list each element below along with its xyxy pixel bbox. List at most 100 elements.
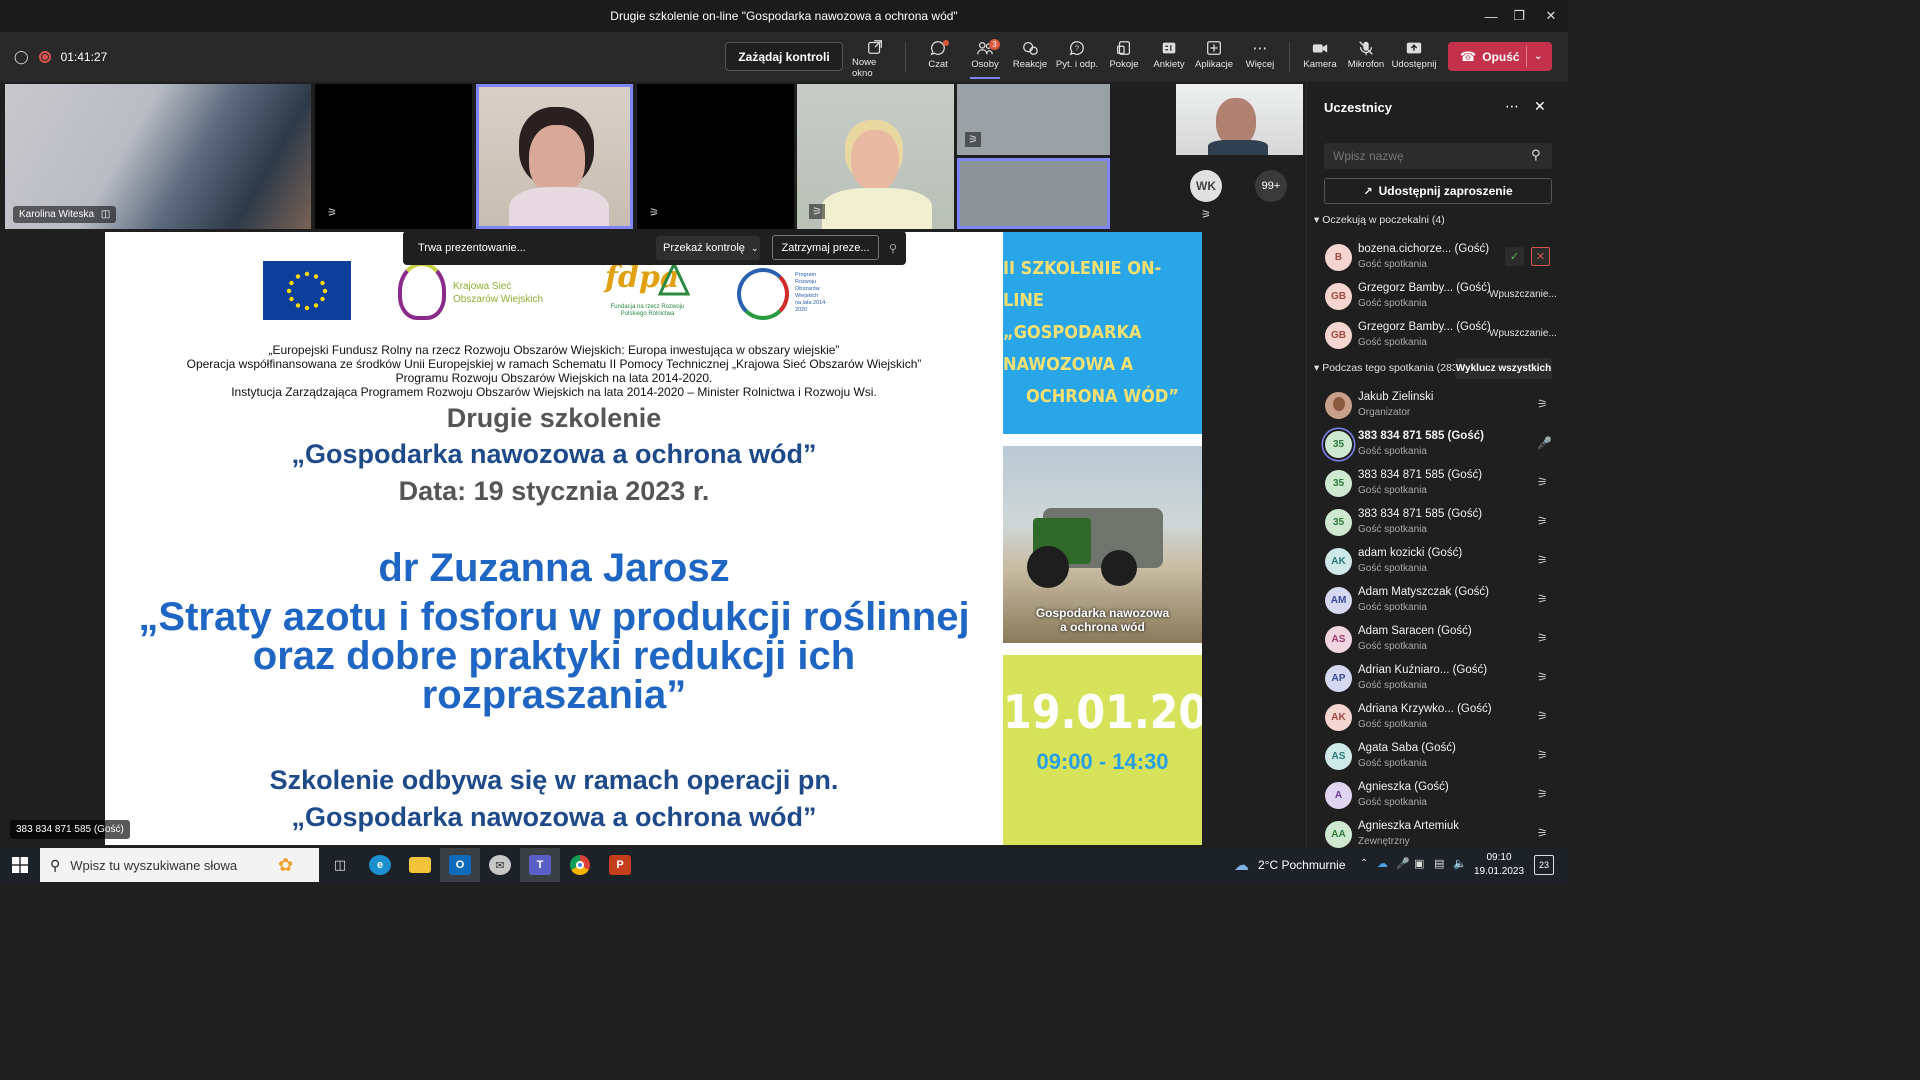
participant-search-input[interactable] [1324, 143, 1524, 169]
participant-row[interactable]: AM Adam Matyszczak (Gość) Gość spotkania… [1307, 584, 1569, 622]
participant-row[interactable]: 35 383 834 871 585 (Gość) Gość spotkania… [1307, 467, 1569, 505]
side-title-box: II SZKOLENIE ON-LINE „GOSPODARKA NAWOZOW… [1003, 232, 1202, 434]
pin-icon[interactable]: ⚲ [889, 242, 897, 255]
lobby-participant-row[interactable]: B bozena.cichorze... (Gość) Gość spotkan… [1307, 241, 1569, 279]
close-window-icon[interactable]: ✕ [1534, 0, 1568, 32]
file-explorer-icon[interactable] [400, 848, 440, 882]
video-tile-5[interactable]: ⚞ [797, 84, 954, 229]
participant-row[interactable]: AK Adriana Krzywko... (Gość) Gość spotka… [1307, 701, 1569, 739]
search-icon: ⚲ [1531, 147, 1541, 162]
rooms-button[interactable]: Pokoje [1108, 37, 1140, 79]
in-meeting-header[interactable]: ▾ Podczas tego spotkania (283) [1314, 362, 1461, 374]
mic-muted-icon: ⚞ [1537, 631, 1548, 645]
volume-icon[interactable]: 🔈 [1453, 857, 1467, 870]
camera-button[interactable]: Kamera [1302, 37, 1338, 79]
participant-row[interactable]: 35 383 834 871 585 (Gość) Gość spotkania… [1307, 506, 1569, 544]
presenting-status: Trwa prezentowanie... [418, 242, 526, 254]
chat-app-icon[interactable]: ✉ [480, 848, 520, 882]
talk-topic: „Straty azotu i fosforu w produkcji rośl… [138, 595, 970, 717]
rooms-icon [1115, 37, 1133, 59]
people-button[interactable]: Osoby 3 [968, 37, 1002, 79]
participant-row[interactable]: Jakub Zielinski Organizator ⚞ [1307, 389, 1569, 427]
leave-button[interactable]: ☎ Opuść ⌄ [1448, 42, 1552, 71]
share-invite-button[interactable]: ↗ Udostępnij zaproszenie [1324, 178, 1552, 204]
close-panel-icon[interactable]: ✕ [1534, 98, 1546, 115]
new-window-button[interactable]: Nowe okno [852, 37, 898, 79]
mic-muted-icon: ⚞ [1537, 670, 1548, 684]
show-hidden-icons[interactable]: ⌃ [1360, 858, 1368, 869]
network-icon[interactable]: ▤ [1434, 857, 1444, 870]
stop-presenting-button[interactable]: Zatrzymaj preze... [772, 235, 879, 260]
more-button[interactable]: ⋯ Więcej [1245, 37, 1275, 79]
funding-text: „Europejski Fundusz Rolny na rzecz Rozwo… [186, 343, 922, 399]
deny-icon[interactable]: ✕ [1531, 247, 1550, 266]
self-avatar[interactable]: WK [1190, 170, 1222, 202]
people-badge: 3 [989, 39, 1000, 50]
lobby-participant-row[interactable]: GB Grzegorz Bamby... (Gość) Gość spotkan… [1307, 319, 1569, 357]
video-tile-7[interactable] [957, 158, 1110, 229]
screen-share-icon: ◫ [100, 209, 111, 220]
task-view-icon[interactable]: ◫ [320, 848, 360, 882]
microphone-button[interactable]: Mikrofon [1346, 37, 1386, 79]
mic-muted-icon: ⚞ [1537, 553, 1548, 567]
overflow-participants[interactable]: 99+ [1255, 170, 1287, 202]
windows-start-icon[interactable] [0, 848, 40, 882]
mic-muted-icon: ⚞ [327, 207, 337, 219]
mic-muted-icon: ⚞ [1537, 475, 1548, 489]
outlook-icon[interactable]: O [440, 848, 480, 882]
mic-muted-icon: ⚞ [1537, 514, 1548, 528]
more-icon: ⋯ [1252, 40, 1268, 57]
polls-button[interactable]: Ankiety [1152, 37, 1186, 79]
give-control-dropdown[interactable]: Przekaż kontrolę ⌄ [656, 236, 760, 260]
weather-text[interactable]: 2°C Pochmurnie [1258, 858, 1346, 872]
participant-row[interactable]: AP Adrian Kuźniaro... (Gość) Gość spotka… [1307, 662, 1569, 700]
chrome-icon[interactable] [560, 848, 600, 882]
maximize-icon[interactable]: ❐ [1502, 0, 1536, 32]
apps-button[interactable]: Aplikacje [1195, 37, 1233, 79]
reactions-button[interactable]: Reakcje [1013, 37, 1047, 79]
slide-heading-2: „Gospodarka nawozowa a ochrona wód” [291, 439, 817, 469]
fdpa-logo: fdpa Fundacja na rzecz Rozwoju Polskiego … [600, 260, 695, 322]
clock[interactable]: 09:10 19.01.2023 [1470, 851, 1528, 879]
title-bar: Drugie szkolenie on-line "Gospodarka naw… [0, 0, 1568, 32]
meeting-toolbar: ◯ 01:41:27 Zażądaj kontroli Nowe okno Cz… [0, 32, 1568, 82]
shield-icon: ◯ [14, 49, 29, 64]
presentation-control-bar: Trwa prezentowanie... Przekaż kontrolę ⌄ … [403, 231, 906, 265]
lobby-participant-row[interactable]: GB Grzegorz Bamby... (Gość) Gość spotkan… [1307, 280, 1569, 318]
speaker-name: dr Zuzanna Jarosz [378, 546, 730, 590]
microphone-tray-icon[interactable]: 🎤 [1396, 857, 1410, 870]
mic-muted-icon: ⚞ [1537, 592, 1548, 606]
remove-all-button[interactable]: Wyklucz wszystkich [1455, 358, 1552, 379]
admit-icon[interactable]: ✓ [1505, 247, 1524, 266]
participant-row[interactable]: AS Adam Saracen (Gość) Gość spotkania ⚞ [1307, 623, 1569, 661]
lobby-header[interactable]: ▾ Oczekują w poczekalni (4) [1314, 214, 1445, 226]
participant-row[interactable]: AS Agata Saba (Gość) Gość spotkania ⚞ [1307, 740, 1569, 778]
mic-muted-icon: ⚞ [1537, 787, 1548, 801]
video-tile-6[interactable]: ⚞ [957, 84, 1110, 155]
meet-now-icon[interactable]: ▣ [1414, 857, 1424, 870]
avatar [1325, 392, 1352, 419]
video-tile-speaker[interactable] [476, 84, 633, 229]
onedrive-icon[interactable]: ☁ [1377, 857, 1388, 870]
panel-more-icon[interactable]: ⋯ [1505, 98, 1519, 115]
taskbar-search[interactable]: ⚲ Wpisz tu wyszukiwane słowa ✿ [40, 848, 319, 882]
notifications-icon[interactable]: 23 [1534, 855, 1554, 875]
chevron-down-icon[interactable]: ⌄ [1534, 51, 1542, 62]
participant-row[interactable]: A Agnieszka (Gość) Gość spotkania ⚞ [1307, 779, 1569, 817]
qa-button[interactable]: ? Pyt. i odp. [1055, 37, 1099, 79]
chat-button[interactable]: Czat [922, 37, 954, 79]
video-tile-karolina[interactable]: Karolina Witeska ◫ [5, 84, 311, 229]
participant-search[interactable]: ⚲ [1324, 143, 1552, 169]
take-control-button[interactable]: Zażądaj kontroli [725, 42, 843, 71]
weather-icon: ☁ [1234, 857, 1249, 874]
self-video-tile[interactable] [1176, 84, 1303, 155]
participant-row[interactable]: AK adam kozicki (Gość) Gość spotkania ⚞ [1307, 545, 1569, 583]
video-tile-4[interactable]: ⚞ [637, 84, 794, 229]
teams-icon[interactable]: T [520, 848, 560, 882]
share-button[interactable]: Udostępnij [1392, 37, 1436, 79]
participant-row[interactable]: 35 383 834 871 585 (Gość) Gość spotkania… [1307, 428, 1569, 466]
edge-icon[interactable]: e [360, 848, 400, 882]
video-tile-2[interactable]: ⚞ [315, 84, 472, 229]
powerpoint-icon[interactable]: P [600, 848, 640, 882]
slide-main-content: Krajowa Sieć Obszarów Wiejskich fdpa Fund… [105, 232, 1003, 845]
